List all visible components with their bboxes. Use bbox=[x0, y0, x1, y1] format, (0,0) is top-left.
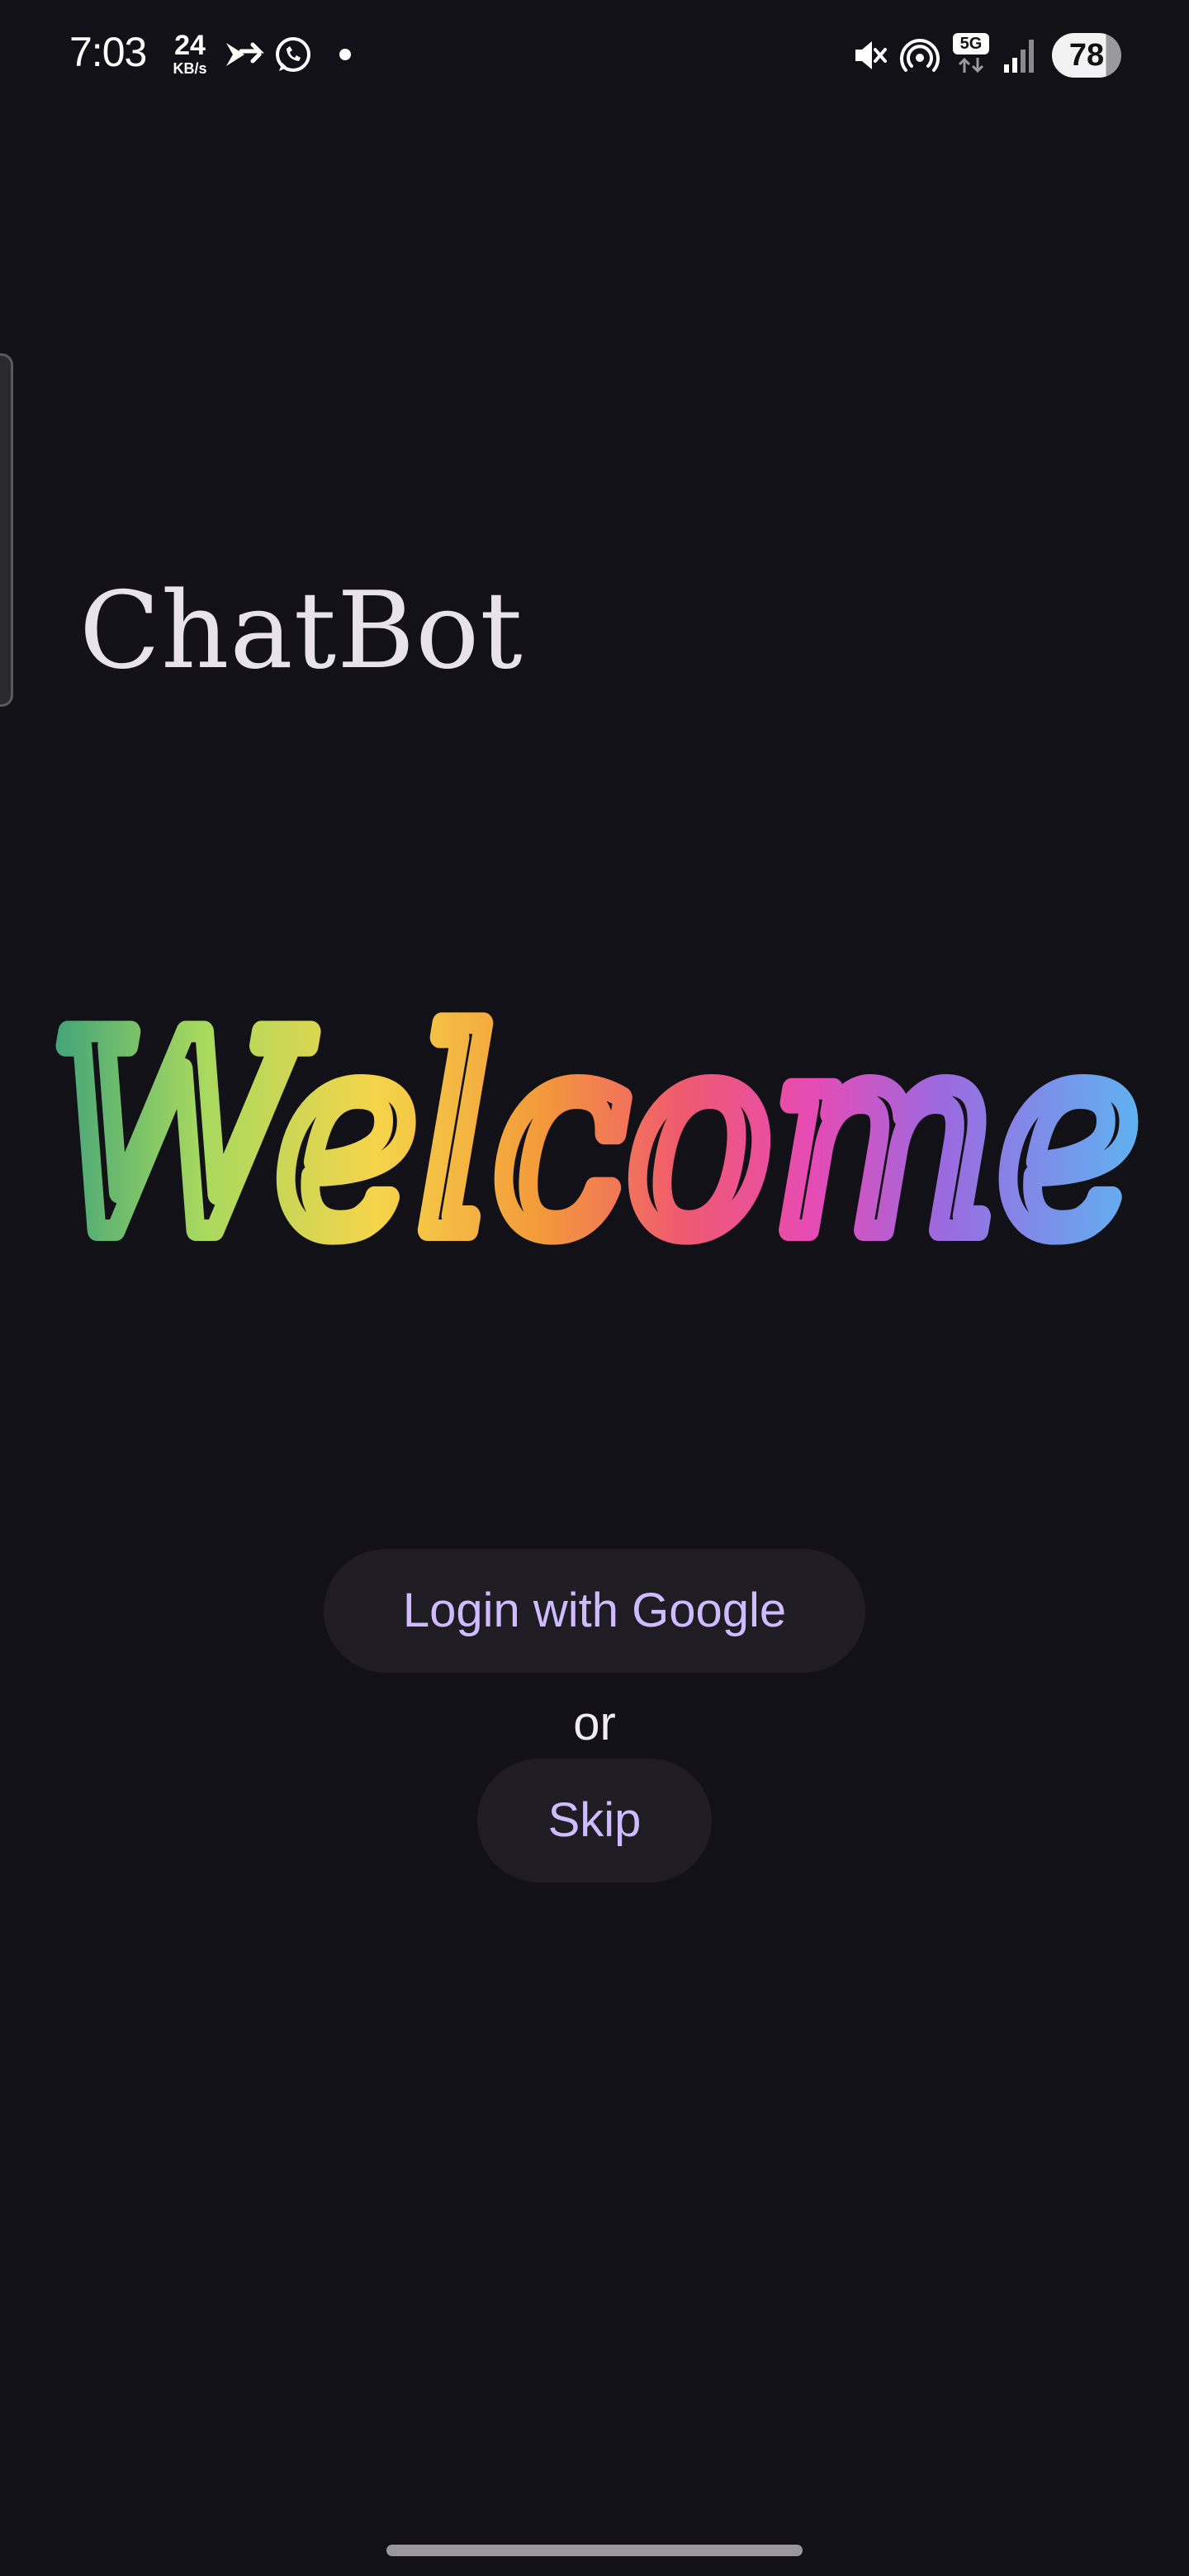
arrow-forward-icon bbox=[226, 42, 264, 66]
network-speed-unit: KB/s bbox=[173, 60, 207, 77]
battery-level: 78 bbox=[1068, 38, 1105, 73]
network-type-label: 5G bbox=[953, 33, 989, 54]
whatsapp-icon bbox=[276, 37, 310, 72]
home-indicator[interactable] bbox=[386, 2545, 803, 2556]
welcome-illustration: Welcome bbox=[39, 983, 1150, 1280]
network-speed-value: 24 bbox=[174, 30, 206, 61]
edge-panel-handle[interactable] bbox=[0, 353, 13, 707]
hotspot-icon bbox=[900, 39, 940, 72]
mute-icon bbox=[855, 41, 887, 69]
5g-icon: 5G bbox=[953, 33, 989, 78]
dot-icon bbox=[339, 49, 351, 60]
welcome-text: Welcome bbox=[50, 983, 1139, 1280]
app-title: ChatBot bbox=[79, 570, 523, 693]
skip-button[interactable]: Skip bbox=[477, 1759, 712, 1882]
login-with-google-button[interactable]: Login with Google bbox=[324, 1549, 865, 1673]
data-arrows-icon bbox=[958, 57, 984, 73]
network-speed: 24 KB/s bbox=[165, 31, 215, 76]
status-bar: 7:03 24 KB/s 5G 78 bbox=[0, 0, 1189, 112]
battery-icon: 78 bbox=[1052, 33, 1121, 78]
status-time: 7:03 bbox=[69, 29, 147, 75]
or-separator: or bbox=[573, 1697, 616, 1750]
signal-icon bbox=[1004, 40, 1034, 73]
